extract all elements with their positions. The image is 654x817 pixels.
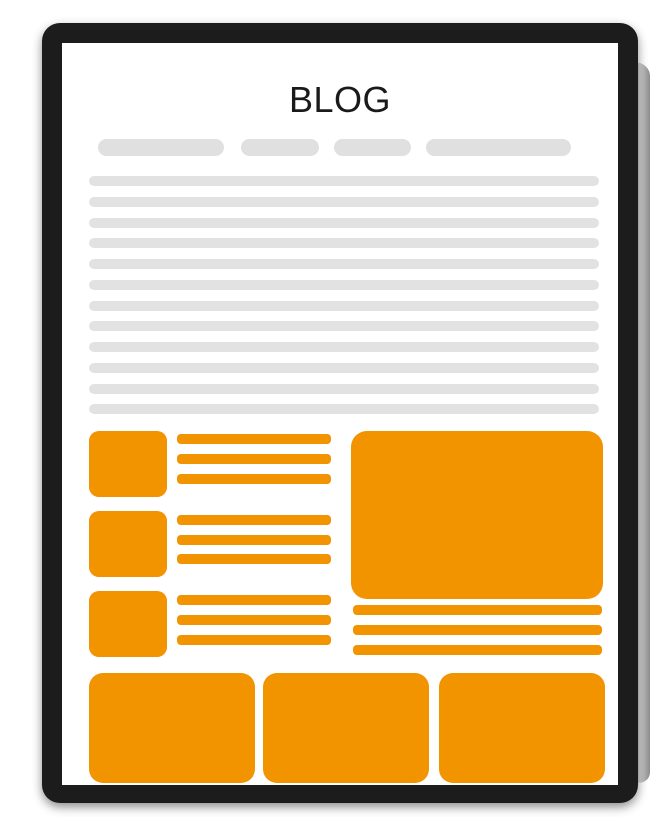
text-line-placeholder bbox=[89, 384, 599, 394]
post-text-placeholder bbox=[177, 595, 331, 605]
text-line-placeholder bbox=[89, 321, 599, 331]
text-line-placeholder bbox=[89, 363, 599, 373]
post-text-placeholder bbox=[177, 615, 331, 625]
text-line-placeholder bbox=[89, 176, 599, 186]
card-image-placeholder[interactable] bbox=[89, 673, 255, 783]
featured-text-placeholder bbox=[353, 605, 602, 615]
nav-item-placeholder[interactable] bbox=[241, 139, 319, 156]
text-line-placeholder bbox=[89, 301, 599, 311]
text-line-placeholder bbox=[89, 342, 599, 352]
post-text-placeholder bbox=[177, 474, 331, 484]
page-title: BLOG bbox=[288, 79, 392, 120]
tablet-frame: BLOG bbox=[42, 23, 638, 803]
post-thumbnail-placeholder[interactable] bbox=[89, 431, 167, 497]
nav-item-placeholder[interactable] bbox=[334, 139, 411, 156]
text-line-placeholder bbox=[89, 218, 599, 228]
text-line-placeholder bbox=[89, 280, 599, 290]
nav-item-placeholder[interactable] bbox=[98, 139, 224, 156]
post-text-placeholder bbox=[177, 635, 331, 645]
featured-text-placeholder bbox=[353, 625, 602, 635]
text-line-placeholder bbox=[89, 197, 599, 207]
nav-item-placeholder[interactable] bbox=[426, 139, 571, 156]
tablet-screen: BLOG bbox=[62, 43, 618, 785]
post-text-placeholder bbox=[177, 454, 331, 464]
featured-image-placeholder[interactable] bbox=[351, 431, 603, 599]
post-text-placeholder bbox=[177, 554, 331, 564]
post-text-placeholder bbox=[177, 434, 331, 444]
text-line-placeholder bbox=[89, 404, 599, 414]
post-text-placeholder bbox=[177, 535, 331, 545]
post-thumbnail-placeholder[interactable] bbox=[89, 511, 167, 577]
text-line-placeholder bbox=[89, 238, 599, 248]
featured-text-placeholder bbox=[353, 645, 602, 655]
text-line-placeholder bbox=[89, 259, 599, 269]
card-image-placeholder[interactable] bbox=[439, 673, 605, 783]
post-text-placeholder bbox=[177, 515, 331, 525]
card-image-placeholder[interactable] bbox=[263, 673, 429, 783]
post-thumbnail-placeholder[interactable] bbox=[89, 591, 167, 657]
